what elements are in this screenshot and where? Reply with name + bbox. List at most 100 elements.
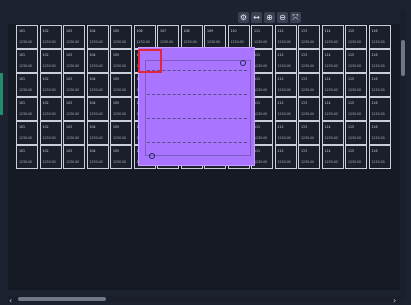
cell-label: 105 bbox=[113, 149, 120, 153]
cell-label: 105 bbox=[113, 53, 120, 57]
cell-value: 1230.00 bbox=[136, 40, 150, 44]
grid-cell[interactable]: 113 1230.00 bbox=[298, 49, 320, 73]
grid-cell[interactable]: 115 1230.00 bbox=[345, 25, 367, 49]
cell-label: 112 bbox=[277, 29, 284, 33]
grid-cell[interactable]: 102 1230.00 bbox=[39, 49, 62, 73]
cell-value: 1230.00 bbox=[19, 160, 33, 164]
grid-cell[interactable]: 116 1230.00 bbox=[368, 49, 391, 73]
scroll-right-arrow[interactable]: › bbox=[393, 297, 396, 305]
grid-cell[interactable]: 112 1230.00 bbox=[274, 145, 297, 169]
grid-cell[interactable]: 101 1230.00 bbox=[16, 145, 38, 169]
selection-node[interactable] bbox=[240, 60, 246, 66]
grid-cell[interactable]: 104 1230.00 bbox=[86, 49, 109, 73]
active-cell-highlight[interactable] bbox=[138, 49, 162, 73]
grid-cell[interactable]: 110 1230.00 bbox=[227, 25, 250, 49]
grid-cell[interactable]: 113 1230.00 bbox=[298, 121, 320, 145]
vertical-scrollbar[interactable] bbox=[400, 10, 406, 300]
cell-value: 1230.00 bbox=[348, 136, 362, 140]
settings-button[interactable]: ⚙ bbox=[238, 12, 249, 23]
cell-value: 1230.00 bbox=[277, 160, 291, 164]
grid-cell[interactable]: 105 1230.00 bbox=[110, 121, 132, 145]
grid-cell[interactable]: 112 1230.00 bbox=[274, 73, 297, 97]
grid-cell[interactable]: 105 1230.00 bbox=[110, 97, 132, 121]
grid-cell[interactable]: 116 1230.00 bbox=[368, 73, 391, 97]
grid-cell[interactable]: 114 1230.00 bbox=[321, 25, 344, 49]
grid-cell[interactable]: 115 1230.00 bbox=[345, 145, 367, 169]
grid-cell[interactable]: 113 1230.00 bbox=[298, 25, 320, 49]
cell-value: 1230.00 bbox=[19, 136, 33, 140]
grid-cell[interactable]: 115 1230.00 bbox=[345, 97, 367, 121]
cell-value: 1230.00 bbox=[19, 112, 33, 116]
horizontal-scroll-thumb[interactable] bbox=[18, 297, 106, 301]
cell-label: 110 bbox=[230, 29, 237, 33]
grid-cell[interactable]: 115 1230.00 bbox=[345, 121, 367, 145]
cell-value: 1230.00 bbox=[277, 136, 291, 140]
grid-cell[interactable]: 116 1230.00 bbox=[368, 97, 391, 121]
cell-label: 105 bbox=[113, 29, 120, 33]
grid-cell[interactable]: 101 1230.00 bbox=[16, 121, 38, 145]
grid-cell[interactable]: 103 1230.00 bbox=[63, 97, 85, 121]
grid-cell[interactable]: 116 1230.00 bbox=[368, 121, 391, 145]
grid-cell[interactable]: 102 1230.00 bbox=[39, 25, 62, 49]
cell-label: 101 bbox=[19, 77, 26, 81]
horizontal-scrollbar[interactable] bbox=[8, 296, 400, 302]
grid-cell[interactable]: 114 1230.00 bbox=[321, 73, 344, 97]
grid-cell[interactable]: 105 1230.00 bbox=[110, 145, 132, 169]
grid-cell[interactable]: 114 1230.00 bbox=[321, 121, 344, 145]
grid-cell[interactable]: 103 1230.00 bbox=[63, 25, 85, 49]
grid-cell[interactable]: 103 1230.00 bbox=[63, 145, 85, 169]
grid-cell[interactable]: 104 1230.00 bbox=[86, 25, 109, 49]
grid-cell[interactable]: 113 1230.00 bbox=[298, 97, 320, 121]
grid-cell[interactable]: 104 1230.00 bbox=[86, 145, 109, 169]
cell-label: 108 bbox=[183, 29, 190, 33]
vertical-scroll-thumb[interactable] bbox=[401, 40, 405, 76]
cell-value: 1230.00 bbox=[324, 160, 338, 164]
grid-cell[interactable]: 101 1230.00 bbox=[16, 97, 38, 121]
grid-cell[interactable]: 107 1230.00 bbox=[157, 25, 179, 49]
grid-cell[interactable]: 112 1230.00 bbox=[274, 97, 297, 121]
grid-cell[interactable]: 114 1230.00 bbox=[321, 49, 344, 73]
grid-cell[interactable]: 103 1230.00 bbox=[63, 121, 85, 145]
scroll-left-arrow[interactable]: ‹ bbox=[9, 297, 12, 305]
selection-node[interactable] bbox=[149, 153, 155, 159]
grid-cell[interactable]: 114 1230.00 bbox=[321, 145, 344, 169]
grid-cell[interactable]: 115 1230.00 bbox=[345, 49, 367, 73]
grid-cell[interactable]: 105 1230.00 bbox=[110, 73, 132, 97]
cell-value: 1230.00 bbox=[277, 64, 291, 68]
cell-value: 1230.00 bbox=[19, 64, 33, 68]
grid-cell[interactable]: 101 1230.00 bbox=[16, 49, 38, 73]
grid-cell[interactable]: 109 1230.00 bbox=[204, 25, 226, 49]
grid-cell[interactable]: 111 1230.00 bbox=[251, 25, 273, 49]
grid-cell[interactable]: 115 1230.00 bbox=[345, 73, 367, 97]
grid-cell[interactable]: 112 1230.00 bbox=[274, 49, 297, 73]
grid-cell[interactable]: 104 1230.00 bbox=[86, 73, 109, 97]
zoom-in-button[interactable]: ⊕ bbox=[264, 12, 275, 23]
grid-cell[interactable]: 102 1230.00 bbox=[39, 121, 62, 145]
grid-cell[interactable]: 102 1230.00 bbox=[39, 97, 62, 121]
grid-cell[interactable]: 116 1230.00 bbox=[368, 145, 391, 169]
grid-cell[interactable]: 113 1230.00 bbox=[298, 145, 320, 169]
grid-cell[interactable]: 102 1230.00 bbox=[39, 73, 62, 97]
cell-label: 104 bbox=[89, 77, 96, 81]
grid-cell[interactable]: 103 1230.00 bbox=[63, 49, 85, 73]
zoom-out-button[interactable]: ⊖ bbox=[277, 12, 288, 23]
reset-button[interactable]: ⤧ bbox=[290, 12, 301, 23]
grid-cell[interactable]: 106 1230.00 bbox=[133, 25, 156, 49]
grid-cell[interactable]: 116 1230.00 bbox=[368, 25, 391, 49]
grid-cell[interactable]: 113 1230.00 bbox=[298, 73, 320, 97]
grid-cell[interactable]: 104 1230.00 bbox=[86, 97, 109, 121]
grid-cell[interactable]: 104 1230.00 bbox=[86, 121, 109, 145]
grid-cell[interactable]: 108 1230.00 bbox=[180, 25, 203, 49]
cell-value: 1230.00 bbox=[277, 40, 291, 44]
grid-cell[interactable]: 102 1230.00 bbox=[39, 145, 62, 169]
grid-cell[interactable]: 101 1230.00 bbox=[16, 25, 38, 49]
grid-cell[interactable]: 103 1230.00 bbox=[63, 73, 85, 97]
grid-cell[interactable]: 112 1230.00 bbox=[274, 25, 297, 49]
grid-cell[interactable]: 112 1230.00 bbox=[274, 121, 297, 145]
grid-cell[interactable]: 101 1230.00 bbox=[16, 73, 38, 97]
grid-cell[interactable]: 114 1230.00 bbox=[321, 97, 344, 121]
grid-cell[interactable]: 105 1230.00 bbox=[110, 25, 132, 49]
cell-value: 1230.00 bbox=[254, 112, 268, 116]
fit-button[interactable]: ↔ bbox=[251, 12, 262, 23]
grid-cell[interactable]: 105 1230.00 bbox=[110, 49, 132, 73]
